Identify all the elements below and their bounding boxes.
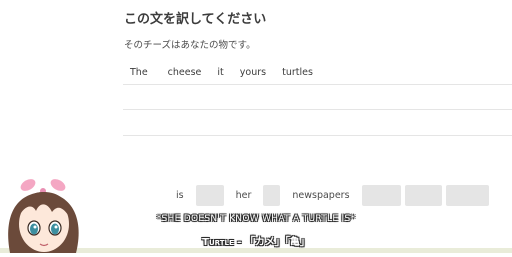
answer-area: The cheese it yours turtles — [124, 62, 319, 84]
exercise-title: この文を訳してください — [124, 12, 267, 27]
subtitle-term: Turtle — [202, 237, 234, 248]
subtitle-kana: 「カメ」 — [244, 237, 285, 248]
subtitle-line-2: Turtle - 「カメ」「亀」 — [0, 233, 512, 248]
answer-word-yours[interactable]: yours — [234, 62, 272, 84]
empty-slot — [195, 185, 224, 206]
subtitle-line-1: *she doesn't know what a turtle is* — [156, 214, 356, 224]
answer-word-it[interactable]: it — [211, 62, 229, 84]
bank-word-her[interactable]: her — [230, 185, 258, 206]
source-sentence: そのチーズはあなたの物です。 — [124, 40, 256, 51]
subtitle-kanji: 「亀」 — [284, 237, 310, 248]
answer-word-cheese[interactable]: cheese — [162, 62, 208, 84]
subtitle-separator: - — [233, 237, 245, 248]
bank-word-newspapers[interactable]: newspapers — [286, 185, 355, 206]
empty-slot — [361, 185, 401, 206]
answer-word-turtles[interactable]: turtles — [276, 62, 319, 84]
bank-word-is[interactable]: is — [170, 185, 190, 206]
empty-slot — [263, 185, 281, 206]
answer-word-the[interactable]: The — [124, 62, 154, 84]
answer-line-2 — [123, 109, 512, 110]
answer-line-1 — [123, 84, 512, 85]
empty-slot — [445, 185, 489, 206]
word-bank: is her newspapers — [170, 185, 489, 206]
answer-line-3 — [123, 135, 512, 136]
empty-slot — [404, 185, 442, 206]
